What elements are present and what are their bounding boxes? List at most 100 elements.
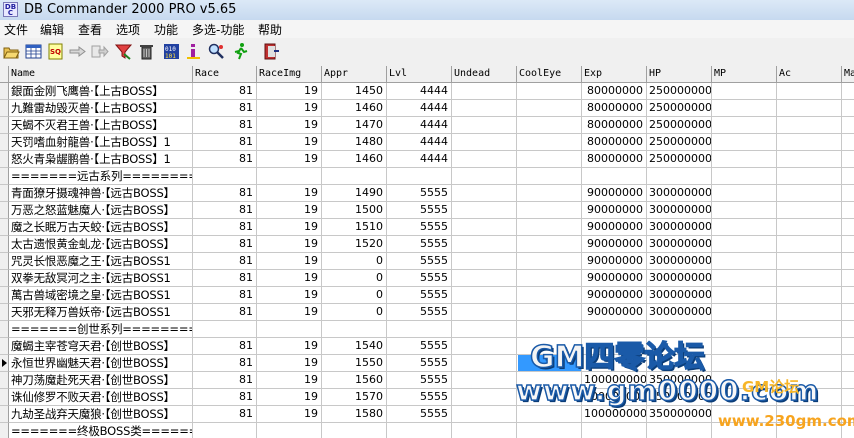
menu-edit[interactable]: 编辑	[40, 21, 64, 38]
row-indicator[interactable]	[0, 219, 9, 236]
cell-cooleye[interactable]	[517, 117, 582, 134]
cell-cooleye[interactable]	[517, 151, 582, 168]
cell-lvl[interactable]: 5555	[387, 338, 452, 355]
cell-exp[interactable]	[582, 423, 647, 438]
menu-options[interactable]: 选项	[116, 21, 140, 38]
cell-lvl[interactable]: 5555	[387, 287, 452, 304]
info-icon[interactable]	[184, 42, 203, 61]
cell-exp[interactable]	[582, 168, 647, 185]
cell-undead[interactable]	[452, 236, 517, 253]
table-row[interactable]: 天邪无释万兽妖帝·【远古BOSS1 81 19 0 5555 90000000 300000…	[0, 304, 854, 321]
cell-ma[interactable]	[842, 83, 854, 100]
menu-view[interactable]: 查看	[78, 21, 102, 38]
column-header-ac[interactable]: Ac	[777, 66, 842, 83]
cell-undead[interactable]	[452, 185, 517, 202]
cell-raceimg[interactable]: 19	[257, 100, 322, 117]
row-indicator[interactable]	[0, 270, 9, 287]
cell-appr[interactable]: 0	[322, 287, 387, 304]
cell-ma[interactable]	[842, 134, 854, 151]
cell-ma[interactable]	[842, 321, 854, 338]
cell-ma[interactable]	[842, 117, 854, 134]
cell-hp[interactable]: 350000000	[647, 406, 712, 423]
cell-lvl[interactable]	[387, 321, 452, 338]
cell-lvl[interactable]: 5555	[387, 219, 452, 236]
cell-undead[interactable]	[452, 168, 517, 185]
cell-name[interactable]: 太古遗恨黄金虬龙·【远古BOSS】	[9, 236, 193, 253]
exit-icon[interactable]	[262, 42, 281, 61]
menu-help[interactable]: 帮助	[258, 21, 282, 38]
table-row[interactable]: =======远古系列========	[0, 168, 854, 185]
open-folder-icon[interactable]	[2, 42, 21, 61]
cell-exp[interactable]: 90000000	[582, 185, 647, 202]
cell-name[interactable]: 万恶之怒蓝魅魔人·【远古BOSS】	[9, 202, 193, 219]
row-indicator[interactable]	[0, 117, 9, 134]
cell-lvl[interactable]	[387, 168, 452, 185]
cell-race[interactable]: 81	[193, 236, 257, 253]
cell-raceimg[interactable]: 19	[257, 355, 322, 372]
cell-race[interactable]: 81	[193, 202, 257, 219]
cell-mp[interactable]	[712, 168, 777, 185]
cell-appr[interactable]	[322, 168, 387, 185]
cell-ma[interactable]	[842, 355, 854, 372]
cell-ma[interactable]	[842, 202, 854, 219]
cell-name[interactable]: 青面獠牙摄魂神兽·【远古BOSS】	[9, 185, 193, 202]
cell-ac[interactable]	[777, 185, 842, 202]
cell-ma[interactable]	[842, 287, 854, 304]
cell-exp[interactable]: 80000000	[582, 134, 647, 151]
cell-lvl[interactable]: 5555	[387, 253, 452, 270]
cell-undead[interactable]	[452, 117, 517, 134]
cell-cooleye[interactable]	[517, 287, 582, 304]
cell-mp[interactable]	[712, 151, 777, 168]
cell-appr[interactable]: 0	[322, 253, 387, 270]
cell-undead[interactable]	[452, 100, 517, 117]
cell-ac[interactable]	[777, 117, 842, 134]
cell-race[interactable]: 81	[193, 389, 257, 406]
cell-undead[interactable]	[452, 389, 517, 406]
table-row[interactable]: 青面獠牙摄魂神兽·【远古BOSS】 81 19 1490 5555 90000000 300…	[0, 185, 854, 202]
cell-mp[interactable]	[712, 355, 777, 372]
cell-race[interactable]: 81	[193, 338, 257, 355]
cell-name[interactable]: 咒灵长恨恶魔之王·【远古BOSS1	[9, 253, 193, 270]
cell-ma[interactable]	[842, 185, 854, 202]
cell-ma[interactable]	[842, 338, 854, 355]
cell-appr[interactable]: 1580	[322, 406, 387, 423]
cell-exp[interactable]: 100000000	[582, 406, 647, 423]
cell-hp[interactable]: 250000000	[647, 151, 712, 168]
cell-ma[interactable]	[842, 253, 854, 270]
menu-multi-select[interactable]: 多选-功能	[192, 21, 244, 38]
cell-hp[interactable]: 250000000	[647, 100, 712, 117]
cell-lvl[interactable]: 4444	[387, 151, 452, 168]
cell-race[interactable]: 81	[193, 270, 257, 287]
cell-lvl[interactable]: 5555	[387, 304, 452, 321]
column-header-exp[interactable]: Exp	[582, 66, 647, 83]
row-indicator[interactable]	[0, 202, 9, 219]
table-row[interactable]: 永恒世界幽魅天君·【创世BOSS】 81 19 1550 5555	[0, 355, 854, 372]
cell-cooleye[interactable]	[517, 406, 582, 423]
cell-raceimg[interactable]: 19	[257, 389, 322, 406]
cell-exp[interactable]: 90000000	[582, 236, 647, 253]
cell-undead[interactable]	[452, 134, 517, 151]
cell-mp[interactable]	[712, 100, 777, 117]
cell-cooleye[interactable]	[517, 304, 582, 321]
cell-ac[interactable]	[777, 219, 842, 236]
cell-race[interactable]: 81	[193, 219, 257, 236]
cell-hp[interactable]	[647, 423, 712, 438]
cell-appr[interactable]: 1560	[322, 372, 387, 389]
cell-exp[interactable]: 90000000	[582, 253, 647, 270]
cell-race[interactable]: 81	[193, 100, 257, 117]
table-row[interactable]: =======创世系列========	[0, 321, 854, 338]
cell-lvl[interactable]: 5555	[387, 406, 452, 423]
cell-race[interactable]: 81	[193, 304, 257, 321]
cell-cooleye[interactable]	[517, 423, 582, 438]
table-row[interactable]: 天蝎不灭君王兽·【上古BOSS】 81 19 1470 4444 80000000 2500…	[0, 117, 854, 134]
cell-mp[interactable]	[712, 117, 777, 134]
cell-ma[interactable]	[842, 389, 854, 406]
column-header-hp[interactable]: HP	[647, 66, 712, 83]
cell-lvl[interactable]: 4444	[387, 100, 452, 117]
cell-ma[interactable]	[842, 219, 854, 236]
cell-undead[interactable]	[452, 270, 517, 287]
cell-ma[interactable]	[842, 168, 854, 185]
cell-name[interactable]: 九劫圣战弃天魔狼·【创世BOSS】	[9, 406, 193, 423]
row-indicator[interactable]	[0, 389, 9, 406]
cell-exp[interactable]: 80000000	[582, 117, 647, 134]
